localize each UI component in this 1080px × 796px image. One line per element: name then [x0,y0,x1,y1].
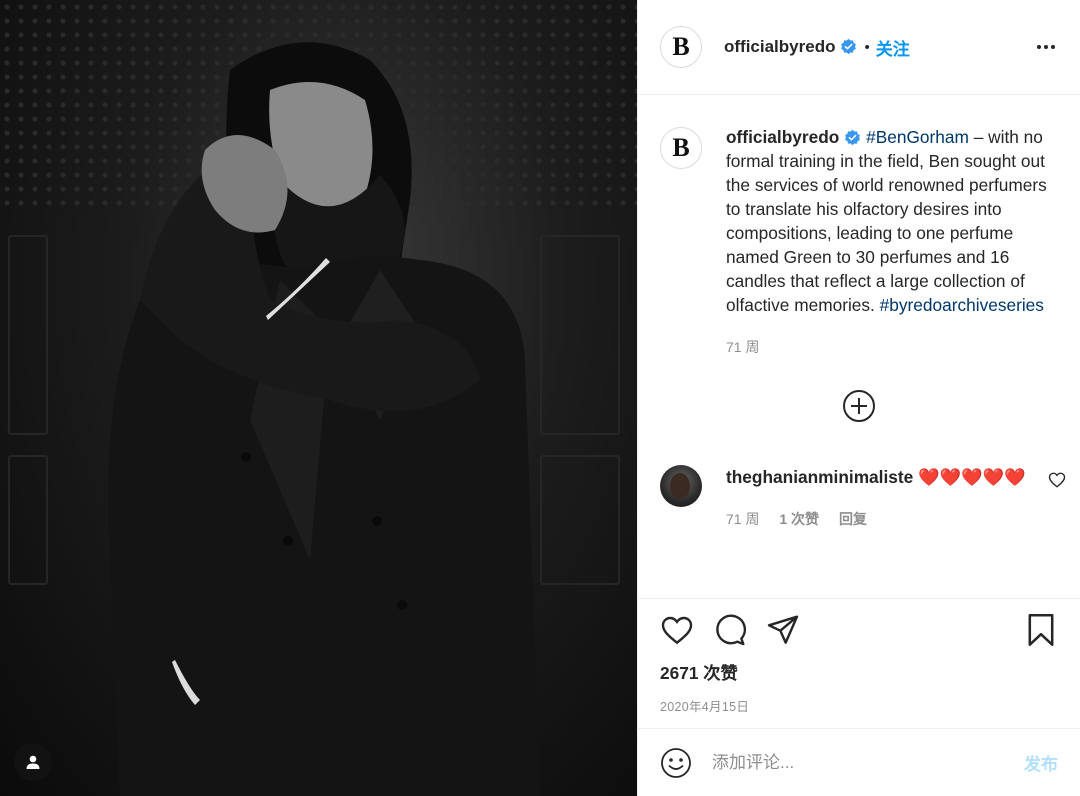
commenter-username[interactable]: theghanianminimaliste [726,467,913,487]
post-comment-button[interactable]: 发布 [1024,750,1058,775]
comment-timestamp[interactable]: 71 周 [726,511,759,527]
username-text: officialbyredo [726,127,840,147]
separator-dot: • [864,38,870,56]
caption-body: – with no formal training in the field, … [726,127,1047,315]
comment-item: theghanianminimaliste ❤️❤️❤️❤️❤️ 71 周 1 … [660,465,1066,529]
comment-button[interactable] [713,613,747,647]
share-button[interactable] [766,613,800,647]
caption-avatar[interactable]: B [660,127,702,169]
reply-button[interactable]: 回复 [839,511,867,527]
comment-input[interactable] [712,752,1024,773]
load-more-comments [660,389,1058,423]
load-more-button[interactable] [842,389,876,423]
comment-bubble-icon [716,614,746,646]
commenter-avatar[interactable] [660,465,702,507]
emoji-button[interactable] [660,747,692,779]
user-tag-icon [26,755,40,769]
post-caption: officialbyredo #BenGorham – with no form… [726,125,1056,317]
add-comment-form: 发布 [638,728,1080,796]
like-button[interactable] [660,613,694,647]
profile-avatar[interactable]: B [660,26,702,68]
user-tag-button[interactable] [14,743,52,781]
caption-username[interactable]: officialbyredo [726,127,861,147]
comment-body: ❤️❤️❤️❤️❤️ [918,467,1026,487]
header-username[interactable]: officialbyredo [724,37,857,57]
caption-meta: 71 周 [726,337,1056,357]
post-header: B officialbyredo • 关注 [638,0,1080,95]
username-text: officialbyredo [724,37,836,56]
comment-meta: 71 周 1 次赞 回复 [726,509,1026,529]
more-options-button[interactable] [1034,35,1058,59]
comment-text: theghanianminimaliste ❤️❤️❤️❤️❤️ [726,465,1026,489]
comment-like-button[interactable] [1048,471,1066,489]
post-photo[interactable] [0,0,637,796]
verified-badge-icon [841,38,857,55]
post-date[interactable]: 2020年4月15日 [660,696,1058,715]
comments-scroll-area[interactable]: B officialbyredo #BenGorham – with no fo… [638,95,1080,598]
comment-likes[interactable]: 1 次赞 [779,511,819,527]
avatar-letter: B [672,133,690,162]
caption-timestamp[interactable]: 71 周 [726,339,759,355]
likes-count[interactable]: 2671 次赞 [660,659,1058,684]
portrait-figure [108,42,540,796]
paper-plane-icon [767,615,799,644]
plus-circle-icon [843,390,875,422]
bookmark-icon [1028,614,1054,646]
heart-icon [1048,472,1066,488]
smiley-icon [661,747,691,778]
action-bar [660,613,1058,647]
post-actions-area: 2671 次赞 2020年4月15日 [638,598,1080,728]
caption-row: B officialbyredo #BenGorham – with no fo… [660,125,1058,357]
verified-badge-icon [845,129,861,146]
post-side-panel: B officialbyredo • 关注 B officialbyredo #… [637,0,1080,796]
hashtag-link[interactable]: #BenGorham [866,127,969,147]
more-options-icon [1037,45,1055,49]
follow-button[interactable]: 关注 [876,35,910,60]
save-button[interactable] [1024,613,1058,647]
avatar-letter: B [672,32,690,61]
hashtag-link[interactable]: #byredoarchiveseries [880,295,1044,315]
heart-icon [661,616,693,645]
